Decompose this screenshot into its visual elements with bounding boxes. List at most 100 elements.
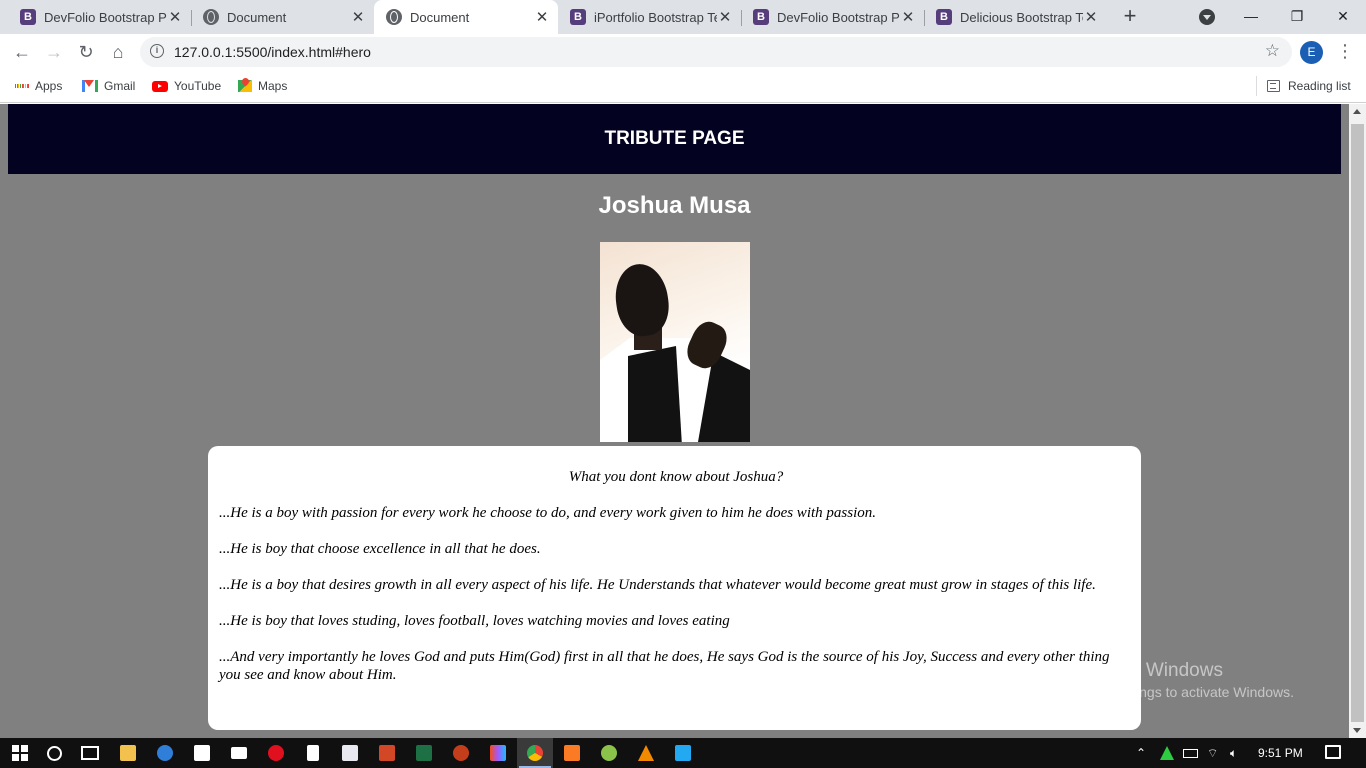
forward-button[interactable]: → (40, 38, 68, 66)
reload-button[interactable]: ↻ (72, 38, 100, 66)
close-icon[interactable]: ✕ (717, 8, 733, 26)
minimize-button[interactable]: — (1228, 0, 1274, 32)
taskbar-vscode[interactable] (665, 738, 701, 768)
bookmark-youtube[interactable]: YouTube (152, 76, 221, 96)
taskbar-opera[interactable] (258, 738, 294, 768)
taskbar-word[interactable] (332, 738, 368, 768)
bio-point: ...He is boy that loves studing, loves f… (219, 613, 730, 629)
taskbar-chrome[interactable] (517, 738, 553, 768)
xampp-icon (564, 745, 580, 761)
vlc-icon (638, 745, 654, 761)
tab-title: iPortfolio Bootstrap Te (594, 9, 717, 25)
taskbar-mail[interactable] (221, 738, 257, 768)
url-text[interactable]: 127.0.0.1:5500/index.html#hero (174, 44, 371, 60)
scroll-up-icon[interactable] (1353, 109, 1361, 114)
cortana-button[interactable] (36, 738, 72, 768)
start-button[interactable] (0, 738, 40, 768)
profile-photo (600, 242, 750, 442)
bookmark-label: Apps (35, 79, 63, 93)
tab-delicious[interactable]: B Delicious Bootstrap Te ✕ (924, 0, 1107, 34)
bookmarks-bar: Apps Gmail YouTube Maps Reading list (0, 70, 1366, 103)
volume-icon[interactable]: 🔈︎ (1230, 738, 1237, 768)
tray-chevron-icon[interactable]: ⌃ (1136, 738, 1146, 768)
watermark-title: Activate Windows (1073, 660, 1223, 681)
opera-icon (268, 745, 284, 761)
bio-point: ...He is a boy that desires growth in al… (219, 577, 1096, 593)
store-icon (194, 745, 210, 761)
vscode-icon (675, 745, 691, 761)
bookmark-apps[interactable]: Apps (14, 76, 63, 96)
profile-avatar[interactable]: E (1300, 41, 1323, 64)
taskbar-clock[interactable]: 9:51 PM (1258, 738, 1303, 768)
app-icon (601, 745, 617, 761)
restore-button[interactable]: ❐ (1274, 0, 1320, 32)
vertical-scrollbar[interactable] (1349, 104, 1366, 738)
tab-iportfolio[interactable]: B iPortfolio Bootstrap Te ✕ (558, 0, 741, 34)
taskbar-excel[interactable] (406, 738, 442, 768)
taskbar-edge[interactable] (147, 738, 183, 768)
taskbar-publisher[interactable] (443, 738, 479, 768)
reading-list-label: Reading list (1288, 79, 1351, 93)
bio-point: ...He is boy that choose excellence in a… (219, 541, 541, 557)
scroll-thumb[interactable] (1351, 124, 1364, 722)
menu-icon[interactable]: ⋮ (1336, 40, 1354, 64)
tab-search-icon[interactable] (1199, 9, 1215, 25)
address-bar[interactable]: i 127.0.0.1:5500/index.html#hero ☆ (140, 37, 1292, 67)
bookmark-maps[interactable]: Maps (238, 76, 287, 96)
taskbar-powerpoint[interactable] (369, 738, 405, 768)
bookmark-label: Maps (258, 79, 288, 93)
taskbar-app[interactable] (591, 738, 627, 768)
taskbar-vlc[interactable] (628, 738, 664, 768)
windows-logo-icon (12, 745, 28, 761)
close-icon[interactable]: ✕ (1083, 8, 1099, 26)
excel-icon (416, 745, 432, 761)
globe-icon (203, 9, 219, 25)
bootstrap-icon: B (20, 9, 36, 25)
page-title: TRIBUTE PAGE (604, 128, 745, 149)
tray-network-app-icon[interactable] (1160, 738, 1174, 768)
bookmark-gmail[interactable]: Gmail (82, 76, 135, 96)
taskbar-file-explorer[interactable] (110, 738, 146, 768)
publisher-icon (453, 745, 469, 761)
close-icon[interactable]: ✕ (534, 8, 550, 26)
edge-icon (157, 745, 173, 761)
tab-devfolio-2[interactable]: B DevFolio Bootstrap Po ✕ (741, 0, 924, 34)
bootstrap-icon: B (753, 9, 769, 25)
bookmark-star-icon[interactable]: ☆ (1265, 41, 1280, 61)
maps-icon (238, 78, 252, 94)
close-icon[interactable]: ✕ (167, 8, 183, 26)
task-view-button[interactable] (72, 738, 108, 768)
site-info-icon[interactable]: i (150, 44, 164, 58)
bio-question: What you dont know about Joshua? (568, 469, 784, 485)
back-button[interactable]: ← (8, 38, 36, 66)
wifi-icon[interactable]: ⌔ (1207, 738, 1218, 768)
folder-icon (120, 745, 136, 761)
home-button[interactable]: ⌂ (104, 38, 132, 66)
powerpoint-icon (379, 745, 395, 761)
tab-document-1[interactable]: Document ✕ (191, 0, 374, 34)
reading-list-button[interactable]: Reading list (1256, 76, 1351, 96)
task-view-icon (81, 746, 99, 760)
taskbar-xampp[interactable] (554, 738, 590, 768)
bio-card: What you dont know about Joshua? ...He i… (208, 446, 1141, 730)
youtube-icon (152, 80, 168, 92)
close-icon[interactable]: ✕ (350, 8, 366, 26)
notification-center-icon[interactable] (1325, 745, 1341, 759)
scroll-down-icon[interactable] (1353, 728, 1361, 733)
bookmark-label: YouTube (174, 79, 222, 93)
tab-document-active[interactable]: Document ✕ (374, 0, 558, 34)
taskbar-notepad[interactable] (295, 738, 331, 768)
tab-strip: B DevFolio Bootstrap Po ✕ Document ✕ Doc… (0, 0, 1366, 34)
new-tab-button[interactable]: + (1119, 5, 1141, 27)
apps-grid-icon (14, 79, 30, 93)
watermark-subtitle: Go to Settings to activate Windows. (1073, 684, 1294, 700)
taskbar-store[interactable] (184, 738, 220, 768)
reading-list-icon (1267, 80, 1280, 92)
bootstrap-icon: B (936, 9, 952, 25)
close-window-button[interactable]: ✕ (1320, 0, 1366, 32)
close-icon[interactable]: ✕ (900, 8, 916, 26)
battery-icon[interactable] (1183, 738, 1198, 768)
tab-devfolio-1[interactable]: B DevFolio Bootstrap Po ✕ (8, 0, 191, 34)
taskbar-figma[interactable] (480, 738, 516, 768)
tab-title: Document (410, 9, 470, 25)
